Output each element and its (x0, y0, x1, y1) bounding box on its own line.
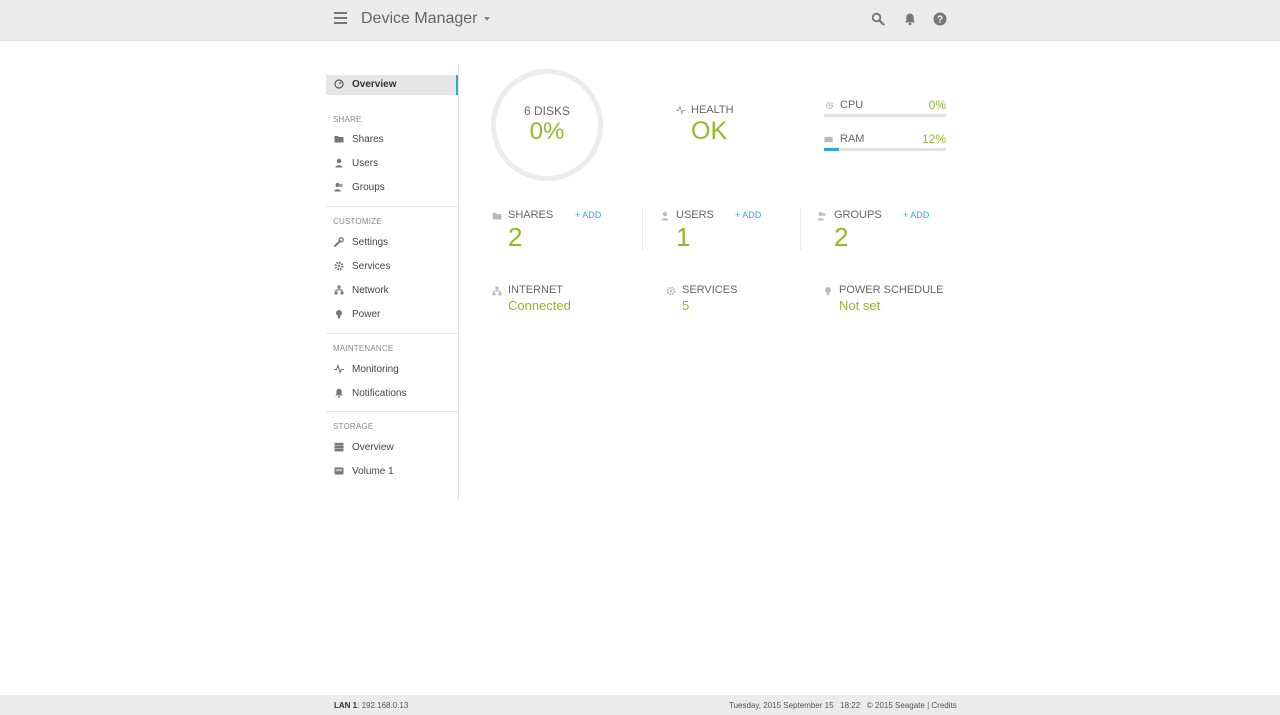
bell-icon[interactable] (903, 12, 917, 26)
sidebar-item-settings[interactable]: Settings (326, 233, 458, 253)
add-group-button[interactable]: + ADD (903, 210, 929, 220)
sidebar-item-label: Network (352, 285, 389, 296)
gear-icon (334, 261, 344, 271)
sidebar-item-groups[interactable]: Groups (326, 178, 458, 198)
sidebar-item-label: Monitoring (352, 364, 399, 375)
ram-meter (824, 148, 946, 151)
sidebar-divider (326, 206, 458, 207)
cpu-meter (824, 114, 946, 117)
network-icon (492, 286, 502, 296)
user-icon (335, 158, 343, 168)
section-label-storage: STORAGE (333, 422, 374, 431)
credits-link[interactable]: Credits (931, 701, 956, 710)
gear-icon (666, 286, 676, 296)
sidebar-item-monitoring[interactable]: Monitoring (326, 360, 458, 380)
help-icon[interactable]: ? (933, 12, 947, 26)
users-count[interactable]: 1 (676, 222, 690, 253)
ram-meter-fill (824, 148, 839, 151)
services-count[interactable]: 5 (682, 298, 689, 313)
shares-count[interactable]: 2 (508, 222, 522, 253)
sidebar: Overview SHARE Shares Users Groups CUSTO… (326, 64, 459, 500)
lan-label: LAN 1 (334, 701, 358, 710)
add-user-button[interactable]: + ADD (735, 210, 761, 220)
ram-label: RAM (840, 133, 865, 145)
sidebar-item-label: Overview (352, 442, 394, 453)
pulse-icon (676, 105, 686, 115)
sidebar-item-shares[interactable]: Shares (326, 130, 458, 150)
folder-icon (334, 136, 344, 143)
section-label-customize: CUSTOMIZE (333, 217, 382, 226)
ram-icon (824, 136, 833, 143)
user-icon (661, 211, 669, 221)
footer-copyright: © 2015 Seagate (866, 701, 925, 710)
section-label-maintenance: MAINTENANCE (333, 344, 394, 353)
sidebar-item-storage-overview[interactable]: Overview (326, 438, 458, 458)
folder-icon (492, 213, 502, 220)
storage-icon (334, 442, 344, 452)
sidebar-item-label: Users (352, 158, 379, 169)
sidebar-item-label: Groups (352, 182, 385, 193)
stat-separator (800, 208, 801, 250)
sidebar-item-overview[interactable]: Overview (326, 75, 458, 95)
health-value: OK (691, 117, 728, 145)
sidebar-divider (326, 333, 458, 334)
app-title: Device Manager (361, 10, 478, 27)
lan-info: LAN 1: 192.168.0.13 (334, 701, 408, 710)
footer-separator: | (927, 701, 930, 710)
add-share-button[interactable]: + ADD (575, 210, 601, 220)
stat-separator (642, 208, 643, 250)
caret-down-icon (483, 16, 490, 21)
menu-icon[interactable] (334, 12, 347, 25)
power-schedule-value[interactable]: Not set (839, 298, 880, 313)
health-label: HEALTH (691, 104, 734, 116)
sidebar-item-label: Power (352, 309, 381, 320)
sidebar-item-label: Settings (352, 237, 389, 248)
footer-right: Tuesday, 2015 September 15 18:22 © 2015 … (729, 701, 957, 710)
sidebar-item-network[interactable]: Network (326, 281, 458, 301)
bulb-icon (336, 310, 342, 319)
svg-text:?: ? (937, 15, 943, 26)
bell-icon (335, 388, 343, 398)
sidebar-divider (326, 411, 458, 412)
disk-count-label: 6 DISKS (523, 104, 571, 118)
cpu-label: CPU (840, 99, 864, 111)
sidebar-item-volume-1[interactable]: Volume 1 (326, 462, 458, 482)
group-icon (817, 212, 826, 221)
ram-value: 12% (921, 132, 946, 146)
pulse-icon (334, 364, 344, 374)
volume-icon (334, 467, 344, 475)
search-icon[interactable] (871, 12, 885, 26)
dashboard-icon (334, 79, 344, 89)
sidebar-item-label: Services (352, 261, 391, 272)
app-title-dropdown[interactable]: Device Manager (361, 10, 490, 28)
sidebar-item-notifications[interactable]: Notifications (326, 384, 458, 404)
group-icon (334, 183, 343, 192)
footer-datetime: Tuesday, 2015 September 15 18:22 (729, 701, 861, 710)
sidebar-item-power[interactable]: Power (326, 305, 458, 325)
power-schedule-label: POWER SCHEDULE (839, 284, 944, 296)
internet-status: Connected (508, 298, 571, 313)
footer: LAN 1: 192.168.0.13 Tuesday, 2015 Septem… (0, 695, 1280, 715)
sidebar-item-label: Notifications (352, 388, 407, 399)
lan-ip: : 192.168.0.13 (357, 701, 409, 710)
sidebar-item-services[interactable]: Services (326, 257, 458, 277)
network-icon (334, 285, 344, 295)
cpu-icon (825, 101, 834, 110)
top-bar: Device Manager ? (0, 0, 1280, 41)
sidebar-item-users[interactable]: Users (326, 154, 458, 174)
bulb-icon (825, 287, 831, 296)
wrench-icon (334, 237, 344, 247)
disk-usage-value: 0% (529, 118, 565, 145)
internet-label: INTERNET (508, 284, 563, 296)
sidebar-item-label: Shares (352, 134, 384, 145)
groups-count[interactable]: 2 (834, 222, 848, 253)
groups-label: GROUPS (834, 209, 882, 221)
cpu-value: 0% (928, 98, 946, 112)
sidebar-item-label: Volume 1 (352, 466, 394, 477)
shares-label: SHARES (508, 209, 554, 221)
services-label: SERVICES (682, 284, 738, 296)
section-label-share: SHARE (333, 115, 362, 124)
sidebar-item-label: Overview (352, 79, 397, 90)
users-label: USERS (676, 209, 714, 221)
